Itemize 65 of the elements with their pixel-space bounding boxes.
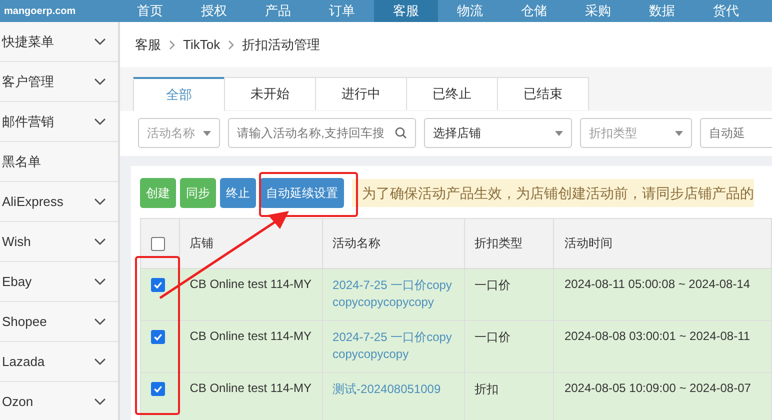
chevron-down-icon bbox=[94, 358, 106, 366]
notice-text: 为了确保活动产品生效，为店铺创建活动前，请同步店铺产品的 bbox=[352, 179, 754, 207]
column-header: 折扣类型 bbox=[464, 218, 554, 268]
breadcrumb-link[interactable]: TikTok bbox=[183, 37, 220, 52]
select-all-checkbox[interactable] bbox=[151, 236, 165, 251]
row-checkbox[interactable] bbox=[151, 330, 165, 344]
chevron-right-icon bbox=[228, 40, 234, 50]
dropdown[interactable]: 活动名称 bbox=[138, 118, 220, 148]
sidebar-item[interactable]: Ozon bbox=[0, 382, 118, 420]
row-checkbox[interactable] bbox=[151, 382, 165, 396]
chevron-down-icon bbox=[94, 118, 106, 126]
column-header: 店铺 bbox=[179, 218, 322, 268]
nav-item[interactable]: 数据 bbox=[630, 0, 694, 22]
chevron-down-icon bbox=[94, 38, 106, 46]
breadcrumb-link[interactable]: 折扣活动管理 bbox=[242, 36, 320, 54]
sidebar-item[interactable]: Wish bbox=[0, 222, 118, 262]
dropdown[interactable]: 折扣类型 bbox=[580, 118, 692, 148]
nav-item[interactable]: 仓储 bbox=[502, 0, 566, 22]
chevron-down-icon bbox=[94, 318, 106, 326]
status-tab[interactable]: 已终止 bbox=[406, 77, 498, 110]
chevron-down-icon bbox=[94, 238, 106, 246]
caret-icon bbox=[203, 130, 211, 136]
action-button[interactable]: 创建 bbox=[140, 178, 176, 208]
checkmark-icon bbox=[153, 384, 163, 394]
checkmark-icon bbox=[153, 332, 163, 342]
row-checkbox[interactable] bbox=[151, 278, 165, 292]
nav-item[interactable]: 货代 bbox=[694, 0, 758, 22]
status-tab[interactable]: 全部 bbox=[133, 77, 225, 111]
sidebar-item[interactable]: 邮件营销 bbox=[0, 102, 118, 142]
chevron-down-icon bbox=[94, 278, 106, 286]
action-button[interactable]: 自动延续设置 bbox=[260, 178, 344, 208]
nav-item[interactable]: 产品 bbox=[246, 0, 310, 22]
sidebar-item[interactable]: 黑名单 bbox=[0, 142, 118, 182]
action-button[interactable]: 终止 bbox=[220, 178, 256, 208]
checkmark-icon bbox=[153, 280, 163, 290]
caret-icon bbox=[675, 130, 683, 136]
logo-text: mangoerp.com bbox=[3, 4, 77, 18]
status-tab[interactable]: 进行中 bbox=[315, 77, 407, 110]
nav-item[interactable]: 采购 bbox=[566, 0, 630, 22]
column-header: 活动名称 bbox=[322, 218, 464, 268]
chevron-down-icon bbox=[94, 198, 106, 206]
nav-item[interactable]: 客服 bbox=[374, 0, 438, 22]
nav-item[interactable]: 订单 bbox=[310, 0, 374, 22]
search-icon bbox=[395, 127, 407, 139]
nav-item[interactable]: 物流 bbox=[438, 0, 502, 22]
caret-icon bbox=[555, 130, 563, 136]
input-field[interactable]: 自动延 bbox=[701, 119, 772, 147]
chevron-down-icon bbox=[94, 78, 106, 86]
search-field[interactable]: 请输入活动名称,支持回车搜 bbox=[229, 119, 415, 147]
status-tab[interactable]: 已结束 bbox=[497, 77, 589, 110]
status-tab[interactable]: 未开始 bbox=[224, 77, 316, 110]
chevron-right-icon bbox=[169, 40, 175, 50]
sidebar-item[interactable]: 快捷菜单 bbox=[0, 22, 118, 62]
breadcrumb-link[interactable]: 客服 bbox=[135, 36, 161, 54]
chevron-down-icon bbox=[94, 398, 106, 406]
sidebar-item[interactable]: Ebay bbox=[0, 262, 118, 302]
sidebar-item[interactable]: AliExpress bbox=[0, 182, 118, 222]
nav-item[interactable]: 首页 bbox=[118, 0, 182, 22]
column-header: 活动时间 bbox=[554, 218, 772, 268]
dropdown[interactable]: 选择店铺 bbox=[424, 118, 572, 148]
sidebar-item[interactable]: Lazada bbox=[0, 342, 118, 382]
nav-item[interactable]: 授权 bbox=[182, 0, 246, 22]
action-button[interactable]: 同步 bbox=[180, 178, 216, 208]
sidebar-item[interactable]: 客户管理 bbox=[0, 62, 118, 102]
sidebar-item[interactable]: Shopee bbox=[0, 302, 118, 342]
